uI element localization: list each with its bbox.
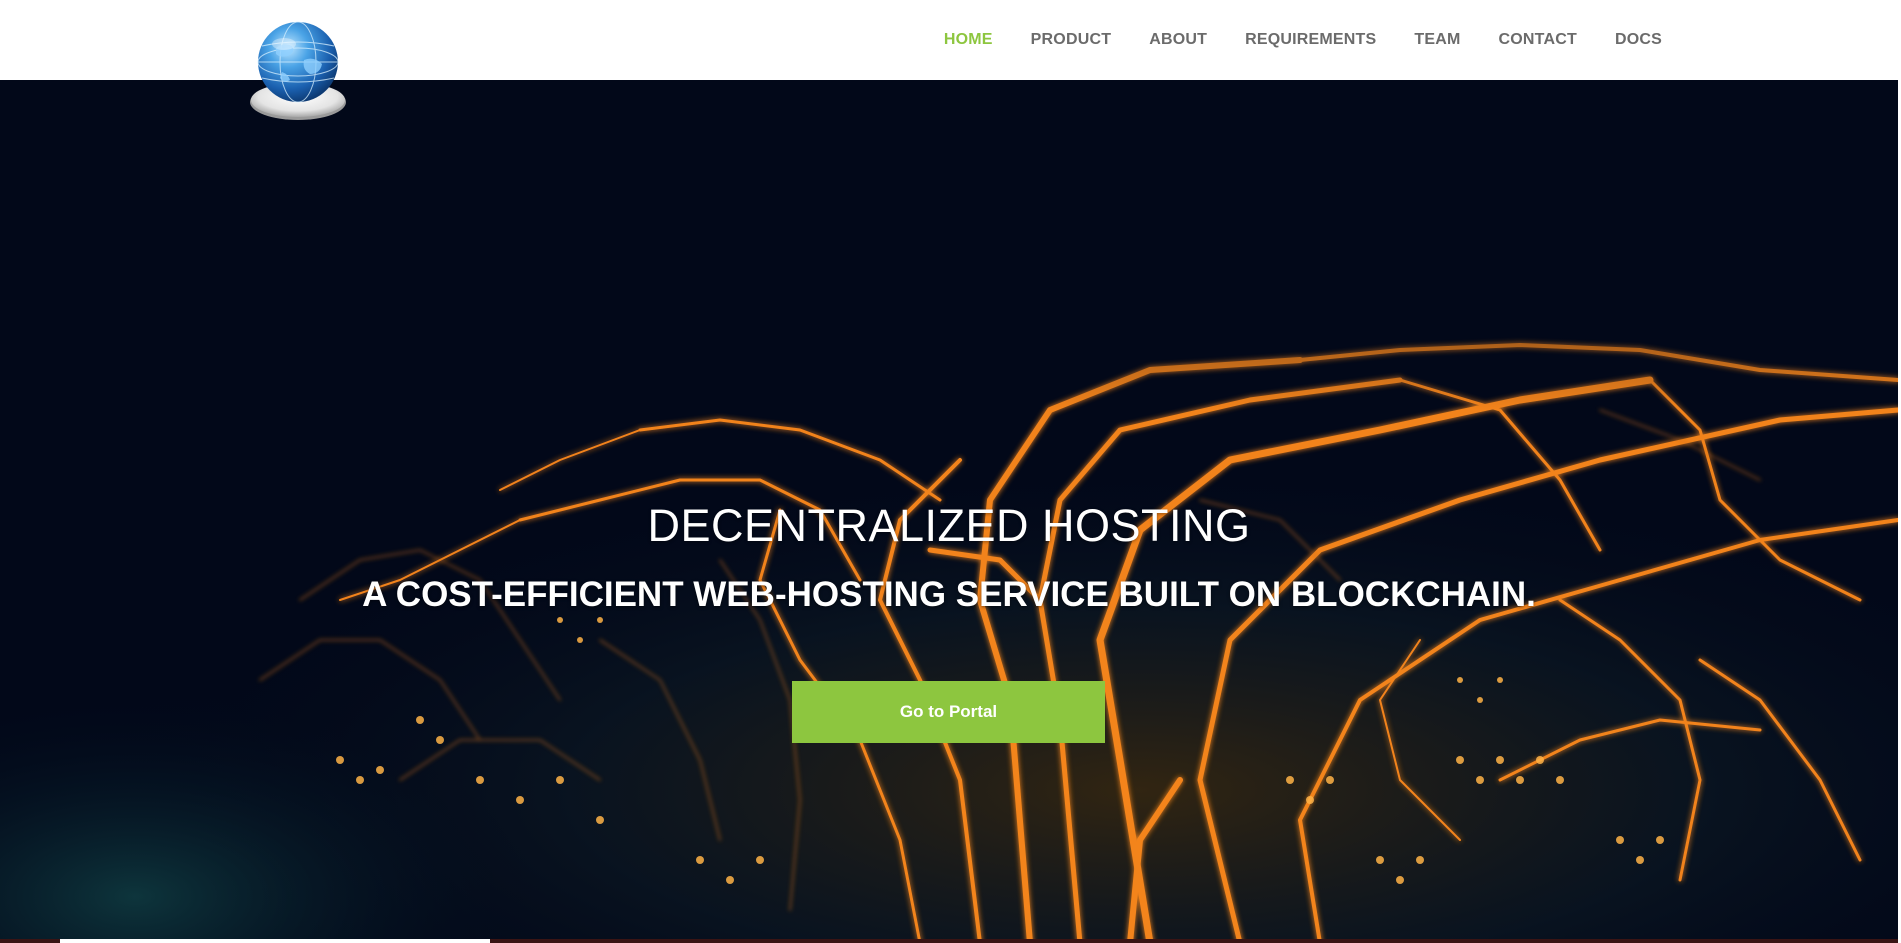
nav-link-docs[interactable]: DOCS: [1615, 31, 1662, 48]
globe-logo-icon[interactable]: [248, 20, 348, 124]
go-to-portal-button[interactable]: Go to Portal: [792, 681, 1105, 743]
nav-link-home[interactable]: HOME: [944, 31, 993, 48]
page: HOME PRODUCT ABOUT REQUIREMENTS TEAM CON…: [0, 0, 1901, 943]
nav-item-home: HOME: [944, 31, 993, 49]
globe-logo-graphic: [250, 21, 346, 120]
hero-section: DECENTRALIZED HOSTING A COST-EFFICIENT W…: [0, 80, 1898, 943]
nav-item-docs: DOCS: [1615, 31, 1662, 49]
nav-item-product: PRODUCT: [1031, 31, 1112, 49]
hero-title: DECENTRALIZED HOSTING: [647, 500, 1251, 551]
hero-subtitle: A COST-EFFICIENT WEB-HOSTING SERVICE BUI…: [362, 575, 1536, 614]
nav-link-team[interactable]: TEAM: [1414, 31, 1460, 48]
bottom-strip-thumb: [60, 939, 490, 943]
nav-link-product[interactable]: PRODUCT: [1031, 31, 1112, 48]
main-nav: HOME PRODUCT ABOUT REQUIREMENTS TEAM CON…: [944, 0, 1662, 80]
nav-link-requirements[interactable]: REQUIREMENTS: [1245, 31, 1376, 48]
nav-item-team: TEAM: [1414, 31, 1460, 49]
bottom-strip: [0, 939, 1898, 943]
nav-link-contact[interactable]: CONTACT: [1499, 31, 1577, 48]
nav-item-contact: CONTACT: [1499, 31, 1577, 49]
nav-link-about[interactable]: ABOUT: [1149, 31, 1207, 48]
nav-item-requirements: REQUIREMENTS: [1245, 31, 1376, 49]
nav-item-about: ABOUT: [1149, 31, 1207, 49]
